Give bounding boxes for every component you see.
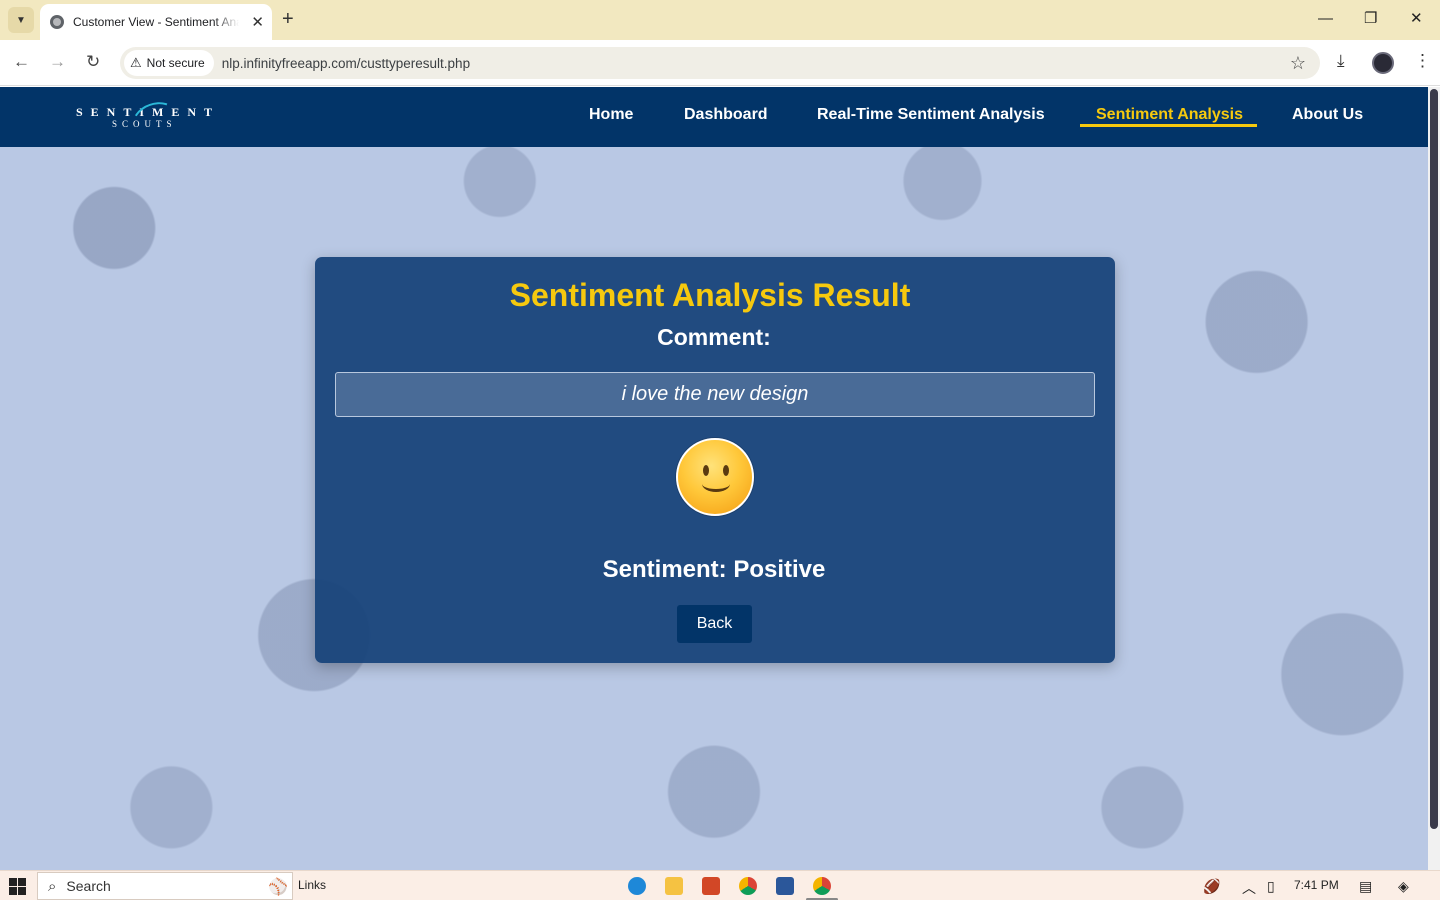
emoji-right-eye	[723, 465, 729, 476]
smiley-face-icon	[676, 438, 754, 516]
minimize-icon[interactable]: —	[1318, 10, 1333, 28]
new-tab-icon[interactable]: +	[282, 8, 294, 30]
reload-icon[interactable]: ↻	[86, 52, 100, 72]
warning-icon: ⚠	[130, 55, 142, 70]
back-arrow-icon[interactable]: ←	[13, 52, 30, 72]
powerpoint-icon[interactable]	[702, 877, 720, 895]
windows-start-icon[interactable]	[9, 878, 26, 895]
restore-icon[interactable]: ❐	[1364, 10, 1377, 28]
nav-real-time-sentiment-analysis[interactable]: Real-Time Sentiment Analysis	[817, 106, 1045, 124]
nav-about-us[interactable]: About Us	[1292, 106, 1363, 124]
chrome-active-icon[interactable]	[813, 877, 831, 895]
logo-swirl-icon	[127, 96, 183, 144]
nfl-icon[interactable]: 🏈	[1203, 878, 1220, 895]
bookmark-star-icon[interactable]: ☆	[1290, 53, 1306, 73]
notification-icon[interactable]: ▤	[1359, 878, 1372, 895]
close-icon[interactable]: ✕	[251, 15, 264, 30]
result-card: Sentiment Analysis Result Comment: i lov…	[315, 257, 1115, 663]
security-chip[interactable]: ⚠ Not secure	[124, 50, 214, 76]
download-icon[interactable]: ⤓	[1337, 51, 1345, 71]
comment-label: Comment:	[657, 324, 771, 350]
copilot-icon[interactable]: ◈	[1398, 878, 1409, 895]
os-taskbar: ⌕ Search ⚾ Links 🏈 ︿ ▯ 7:41 PM ▤ ◈	[0, 870, 1440, 900]
browser-toolbar: ← → ↻ ⚠ Not secure nlp.infinityfreeapp.c…	[0, 40, 1440, 86]
search-icon: ⌕	[48, 877, 57, 895]
site-navbar: SENTIMENT SCOUTS Home Dashboard Real-Tim…	[0, 87, 1428, 147]
address-bar[interactable]: ⚠ Not secure nlp.infinityfreeapp.com/cus…	[120, 47, 1320, 79]
menu-dots-icon[interactable]: ⋮	[1414, 51, 1431, 71]
browser-tab-strip: ▼ Customer View - Sentiment Analysis ✕ +…	[0, 0, 1440, 40]
chevron-up-icon[interactable]: ︿	[1242, 878, 1256, 898]
taskbar-search-label: Search	[66, 878, 111, 894]
taskbar-clock[interactable]: 7:41 PM	[1294, 878, 1339, 892]
word-icon[interactable]	[776, 877, 794, 895]
tab-search-icon[interactable]: ▼	[8, 7, 34, 33]
emoji-mouth	[702, 476, 730, 492]
comment-display: i love the new design	[335, 372, 1095, 417]
tab-title: Customer View - Sentiment Analysis	[73, 15, 239, 29]
site-logo[interactable]: SENTIMENT SCOUTS	[76, 96, 212, 144]
edge-icon[interactable]	[628, 877, 646, 895]
nav-dashboard[interactable]: Dashboard	[684, 106, 768, 124]
taskbar-search[interactable]: ⌕ Search ⚾	[37, 872, 293, 900]
globe-icon	[50, 15, 64, 29]
scrollbar-thumb[interactable]	[1430, 89, 1438, 829]
links-toolbar[interactable]: Links	[298, 878, 326, 892]
device-icon[interactable]: ▯	[1267, 878, 1275, 895]
sentiment-result: Sentiment: Positive	[602, 556, 826, 583]
emoji-left-eye	[703, 465, 709, 476]
avatar[interactable]	[1372, 52, 1394, 74]
nav-sentiment-analysis[interactable]: Sentiment Analysis	[1096, 106, 1243, 124]
page-title: Sentiment Analysis Result	[509, 277, 911, 313]
window-close-icon[interactable]: ✕	[1410, 10, 1423, 28]
page-viewport: SENTIMENT SCOUTS Home Dashboard Real-Tim…	[0, 87, 1428, 870]
nav-home[interactable]: Home	[589, 106, 633, 124]
chrome-icon[interactable]	[739, 877, 757, 895]
back-button[interactable]: Back	[677, 605, 752, 643]
browser-tab[interactable]: Customer View - Sentiment Analysis ✕	[40, 4, 272, 40]
search-highlight-icon: ⚾	[268, 879, 288, 896]
nav-active-underline	[1080, 124, 1257, 127]
page-scrollbar[interactable]	[1428, 87, 1440, 870]
url-text[interactable]: nlp.infinityfreeapp.com/custtyperesult.p…	[222, 56, 470, 71]
file-explorer-icon[interactable]	[665, 877, 683, 895]
security-label: Not secure	[146, 56, 205, 70]
forward-arrow-icon[interactable]: →	[49, 52, 66, 72]
